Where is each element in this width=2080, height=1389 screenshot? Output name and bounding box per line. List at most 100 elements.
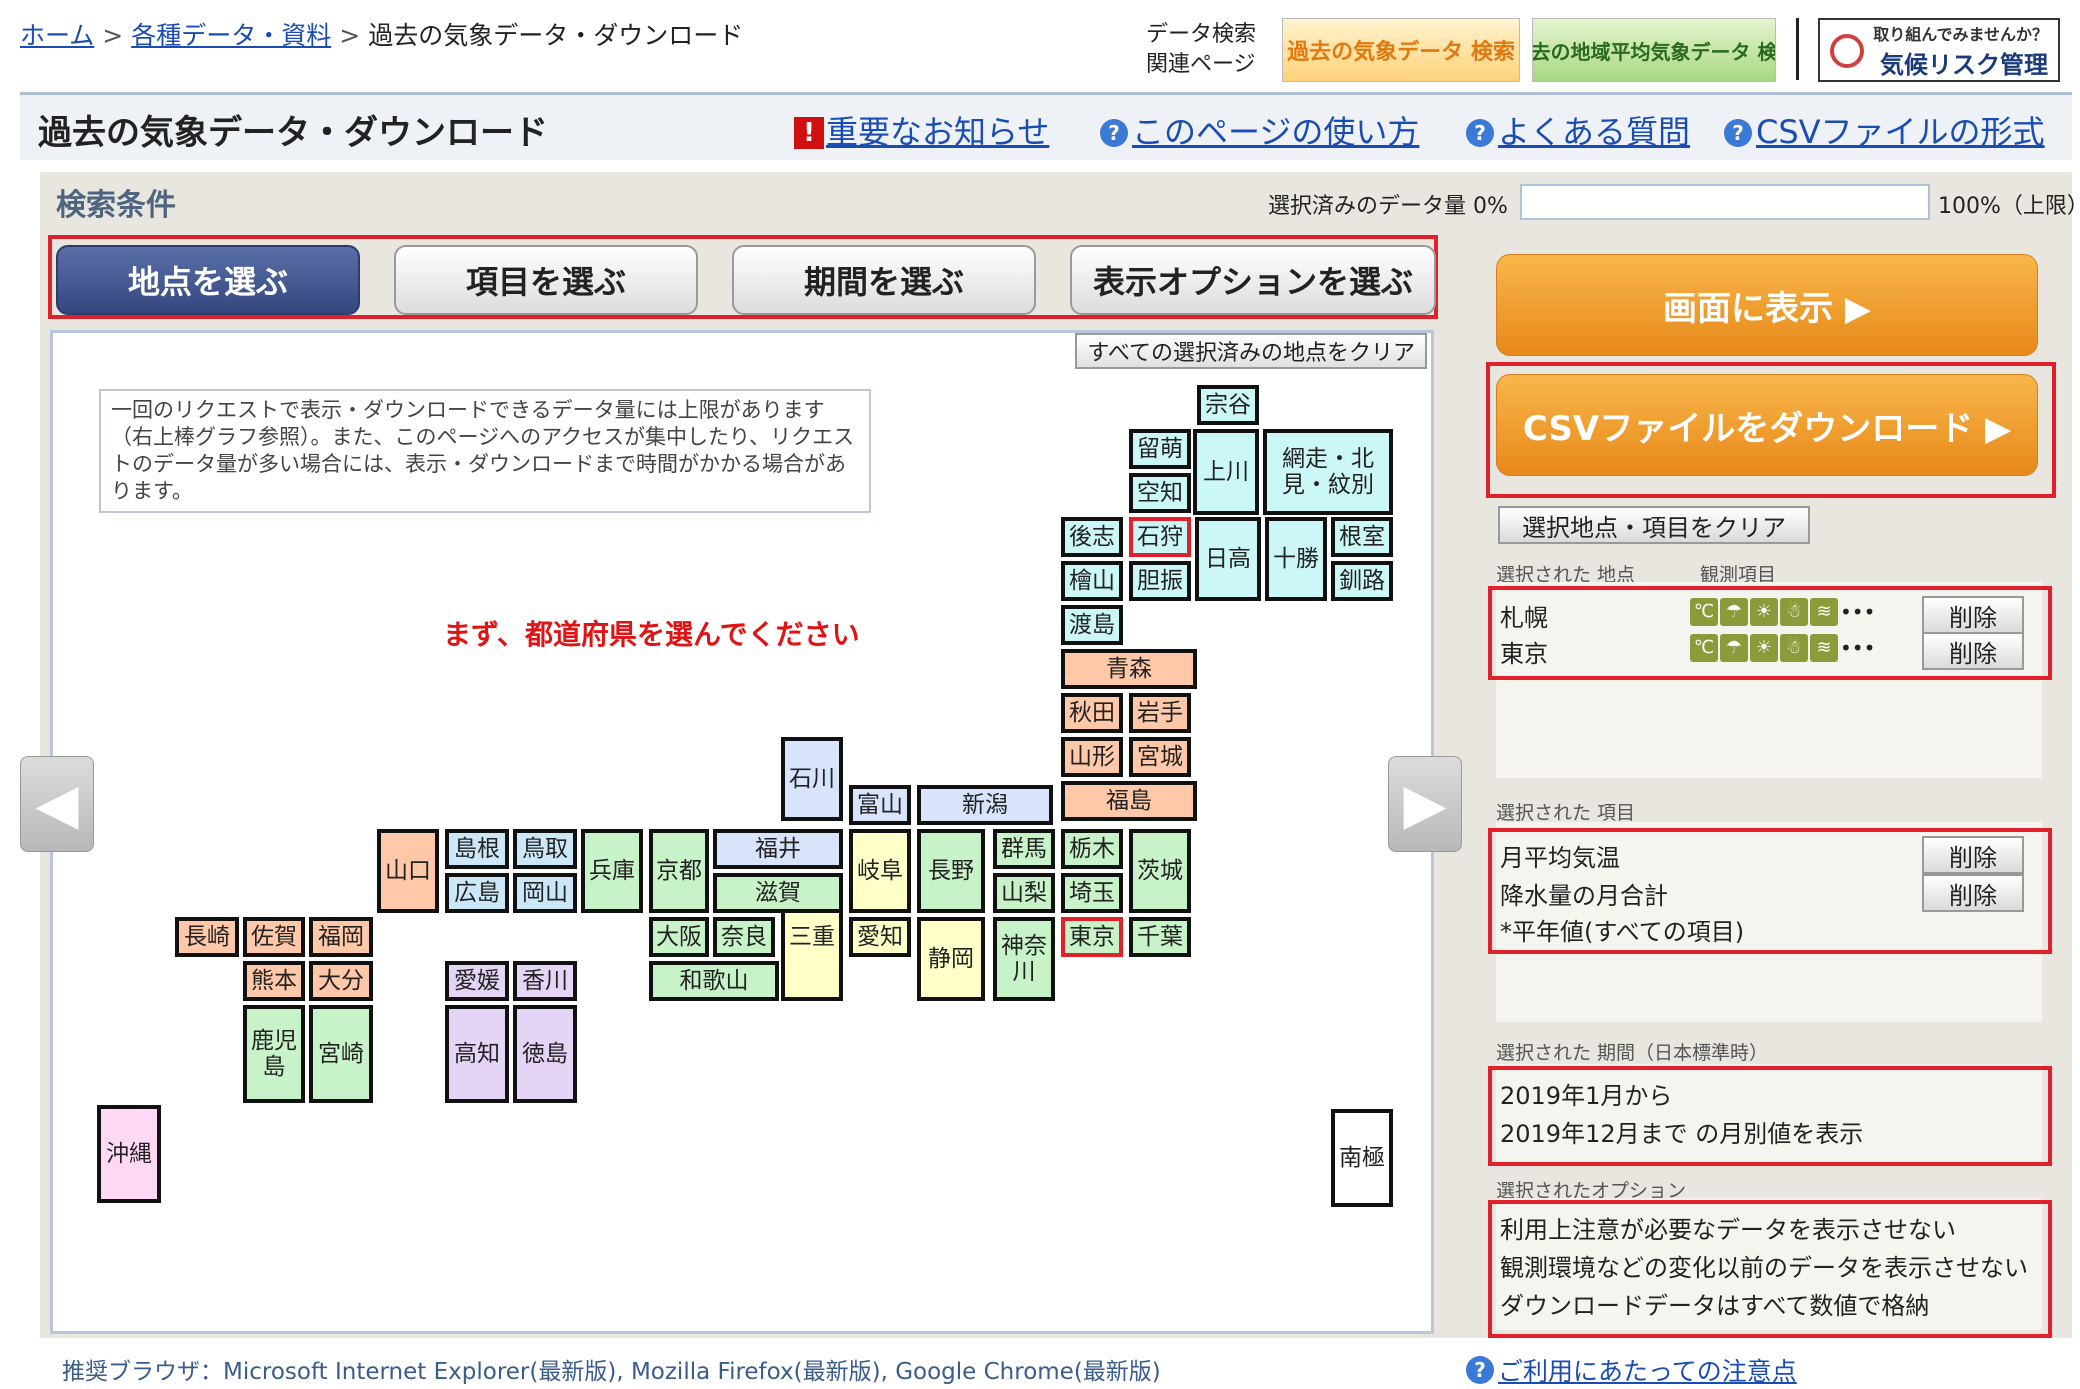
prefecture-tile[interactable]: 長野	[917, 829, 985, 913]
usage-notes-link[interactable]: ? ご利用にあたっての注意点	[1466, 1352, 1797, 1388]
related-pages-label: データ検索 関連ページ	[1146, 20, 1256, 80]
thermometer-icon: ℃	[1690, 634, 1718, 662]
prefecture-tile[interactable]: 長崎	[175, 917, 239, 957]
howto-text: このページの使い方	[1132, 113, 1420, 151]
prefecture-tile[interactable]: 宗谷	[1197, 385, 1259, 425]
tab-select-items[interactable]: 項目を選ぶ	[394, 245, 698, 315]
prefecture-tile[interactable]: 山梨	[993, 873, 1055, 913]
climate-risk-title: 気候リスク管理	[1880, 50, 2048, 79]
prefecture-tile[interactable]: 空知	[1129, 473, 1191, 513]
delete-station-button[interactable]: 削除	[1922, 632, 2024, 670]
prefecture-tile[interactable]: 高知	[445, 1005, 509, 1103]
prefecture-tile[interactable]: 日高	[1195, 517, 1261, 601]
arrow-right-icon[interactable]: ▶	[1388, 756, 1462, 852]
csv-download-button[interactable]: CSVファイルをダウンロード ▶	[1496, 374, 2038, 476]
prefecture-tile[interactable]: 山口	[377, 829, 439, 913]
title-bar: 過去の気象データ・ダウンロード ! 重要なお知らせ ? このページの使い方 ? よくあ…	[20, 92, 2072, 160]
prefecture-tile[interactable]: 後志	[1061, 517, 1123, 557]
prefecture-tile[interactable]: 富山	[849, 785, 911, 825]
delete-station-button[interactable]: 削除	[1922, 596, 2024, 634]
past-weather-search-banner[interactable]: 過去の気象データ 検索	[1282, 18, 1520, 82]
prefecture-tile[interactable]: 滋賀	[713, 873, 843, 913]
regional-average-search-banner[interactable]: 過去の地域平均気象データ 検索	[1532, 18, 1776, 82]
prefecture-tile[interactable]: 石狩	[1129, 517, 1191, 557]
clear-all-stations-button[interactable]: すべての選択済みの地点をクリア	[1075, 333, 1427, 369]
climate-risk-banner[interactable]: 取り組んでみませんか？ 気候リスク管理	[1818, 18, 2060, 82]
prefecture-tile[interactable]: 石川	[781, 737, 843, 821]
prefecture-tile[interactable]: 島根	[445, 829, 509, 869]
prefecture-tile[interactable]: 愛知	[849, 917, 911, 957]
csv-format-link[interactable]: ? CSVファイルの形式	[1724, 107, 2045, 153]
show-on-screen-button[interactable]: 画面に表示 ▶	[1496, 254, 2038, 356]
prefecture-tile[interactable]: 網走・北見・紋別	[1263, 429, 1393, 515]
prefecture-tile[interactable]: 栃木	[1061, 829, 1123, 869]
prefecture-tile[interactable]: 沖縄	[97, 1105, 161, 1203]
tab-select-options[interactable]: 表示オプションを選ぶ	[1070, 245, 1436, 315]
prefecture-tile[interactable]: 釧路	[1331, 561, 1393, 601]
selection-summary-column: 画面に表示 ▶ CSVファイルをダウンロード ▶ 選択地点・項目をクリア 選択さ…	[1462, 230, 2056, 1338]
prefecture-tile[interactable]: 和歌山	[649, 961, 779, 1001]
select-prefecture-prompt: まず、都道府県を選んでください	[443, 618, 860, 651]
breadcrumb-home-link[interactable]: ホーム	[20, 21, 94, 50]
howto-link[interactable]: ? このページの使い方	[1100, 107, 1419, 153]
prefecture-tile[interactable]: 茨城	[1129, 829, 1191, 913]
tab-select-station[interactable]: 地点を選ぶ	[56, 245, 360, 315]
breadcrumb-data-link[interactable]: 各種データ・資料	[131, 21, 331, 50]
clear-selection-button[interactable]: 選択地点・項目をクリア	[1498, 506, 1810, 544]
prefecture-tile[interactable]: 根室	[1331, 517, 1393, 557]
prefecture-tile[interactable]: 香川	[513, 961, 577, 1001]
prefecture-tile[interactable]: 南極	[1331, 1109, 1393, 1207]
prefecture-tile[interactable]: 岩手	[1129, 693, 1191, 733]
prefecture-tile[interactable]: 秋田	[1061, 693, 1123, 733]
prefecture-tile[interactable]: 静岡	[917, 917, 985, 1001]
prefecture-tile[interactable]: 宮城	[1129, 737, 1191, 777]
prefecture-tile[interactable]: 兵庫	[581, 829, 643, 913]
prefecture-tile[interactable]: 大分	[309, 961, 373, 1001]
prefecture-tile[interactable]: 徳島	[513, 1005, 577, 1103]
regional-average-banner-text: 過去の地域平均気象データ 検索	[1532, 39, 1776, 64]
prefecture-tile[interactable]: 新潟	[917, 785, 1053, 825]
prefecture-tile[interactable]: 青森	[1061, 649, 1197, 689]
prefecture-tile[interactable]: 広島	[445, 873, 509, 913]
prefecture-tile[interactable]: 大阪	[649, 917, 709, 957]
prefecture-tile[interactable]: 岐阜	[849, 829, 911, 913]
tab-select-period[interactable]: 期間を選ぶ	[732, 245, 1036, 315]
prefecture-tile[interactable]: 留萌	[1129, 429, 1191, 469]
delete-item-button[interactable]: 削除	[1922, 874, 2024, 912]
prefecture-tile[interactable]: 鳥取	[513, 829, 577, 869]
prefecture-tile[interactable]: 岡山	[513, 873, 577, 913]
arrow-left-icon[interactable]: ◀	[20, 756, 94, 852]
prefecture-tile[interactable]: 愛媛	[445, 961, 509, 1001]
prefecture-tile[interactable]: 十勝	[1265, 517, 1327, 601]
important-notice-link[interactable]: ! 重要なお知らせ	[794, 107, 1049, 153]
prefecture-tile[interactable]: 山形	[1061, 737, 1123, 777]
header-divider	[1796, 18, 1799, 80]
prefecture-tile[interactable]: 福井	[713, 829, 843, 869]
prefecture-tile[interactable]: 神奈川	[993, 917, 1055, 1001]
selected-items-label: 選択された 項目	[1496, 802, 1636, 824]
prefecture-tile[interactable]: 宮崎	[309, 1005, 373, 1103]
prefecture-tile[interactable]: 奈良	[713, 917, 775, 957]
faq-link[interactable]: ? よくある質問	[1466, 107, 1690, 153]
delete-item-button[interactable]: 削除	[1922, 836, 2024, 874]
prefecture-tile[interactable]: 胆振	[1129, 561, 1191, 601]
prefecture-tile[interactable]: 東京	[1061, 917, 1123, 957]
prefecture-tile[interactable]: 渡島	[1061, 605, 1123, 645]
prefecture-tile[interactable]: 上川	[1193, 429, 1259, 515]
data-quantity-max: 100%（上限）	[1938, 194, 2080, 219]
station-element-icons: ℃ ☂ ☀ ☃ ≋ •••	[1690, 598, 1875, 626]
data-quantity-bar	[1520, 184, 1930, 220]
prefecture-tile[interactable]: 鹿児島	[243, 1005, 305, 1103]
prefecture-tile[interactable]: 京都	[649, 829, 709, 913]
period-from: 2019年1月から	[1500, 1082, 1673, 1110]
help-icon: ?	[1466, 1356, 1494, 1384]
prefecture-tile[interactable]: 佐賀	[243, 917, 305, 957]
prefecture-tile[interactable]: 群馬	[993, 829, 1055, 869]
prefecture-tile[interactable]: 福岡	[309, 917, 373, 957]
prefecture-tile[interactable]: 福島	[1061, 781, 1197, 821]
prefecture-tile[interactable]: 檜山	[1061, 561, 1123, 601]
prefecture-tile[interactable]: 千葉	[1129, 917, 1191, 957]
request-limit-notice: 一回のリクエストで表示・ダウンロードできるデータ量には上限があります（右上棒グラ…	[99, 389, 871, 513]
prefecture-tile[interactable]: 埼玉	[1061, 873, 1123, 913]
prefecture-tile[interactable]: 熊本	[243, 961, 305, 1001]
